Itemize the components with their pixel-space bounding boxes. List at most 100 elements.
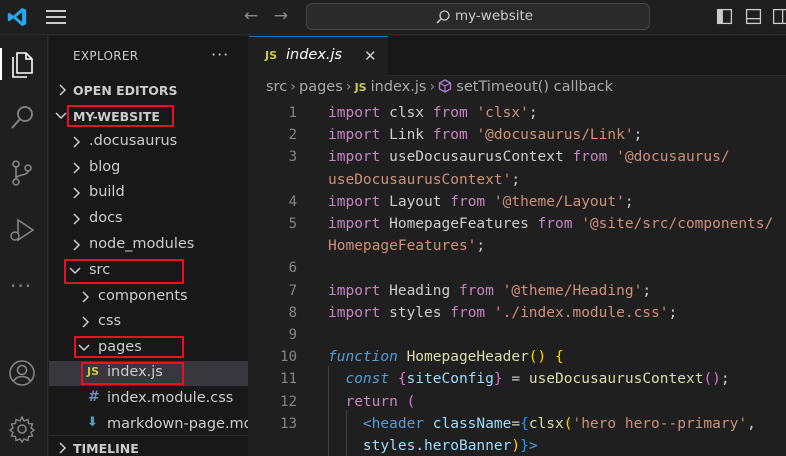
project-root-my-website[interactable]: MY-WEBSITE [49, 104, 248, 129]
code-token: useDocusaurusContext' [328, 171, 512, 188]
code-line: useDocusaurusContext'; [328, 172, 520, 188]
toggle-secondary-sidebar-icon[interactable] [772, 8, 786, 25]
code-line: <header className={clsx('hero hero--prim… [328, 416, 756, 432]
tree-item-label: css [98, 313, 122, 329]
tree-item-label: .docusaurus [89, 133, 178, 149]
settings-gear-icon[interactable] [6, 413, 38, 445]
code-token: clsx [380, 105, 433, 121]
line-number: 9 [288, 327, 297, 343]
line-number: 2 [288, 127, 297, 144]
tree-item-index-module-css[interactable]: # index.module.css [49, 387, 248, 412]
tree-item-build[interactable]: build [49, 181, 248, 206]
code-token: ( [406, 393, 416, 410]
code-token: <header [362, 415, 425, 432]
tree-item-docs[interactable]: docs [49, 207, 248, 232]
chevron-right-icon [59, 84, 67, 96]
account-icon[interactable] [6, 357, 38, 389]
search-icon[interactable] [6, 102, 38, 134]
explorer-more-icon[interactable]: ··· [211, 45, 229, 64]
code-token: from [458, 282, 494, 299]
timeline-label: TIMELINE [73, 441, 139, 456]
tree-item-components[interactable]: components [49, 285, 248, 310]
tree-item-label: pages [98, 339, 142, 355]
code-token: const [345, 371, 390, 388]
source-control-icon[interactable] [6, 157, 38, 189]
code-line: styles.heroBanner)}> [328, 438, 538, 454]
breadcrumb-file[interactable]: index.js [371, 79, 427, 95]
tree-item-label: build [89, 184, 125, 200]
code-token: import [328, 216, 381, 232]
code-token: = [511, 415, 521, 432]
breadcrumb-src[interactable]: src [266, 79, 287, 95]
code-token: className [432, 415, 512, 432]
breadcrumb-symbol[interactable]: setTimeout() callback [456, 79, 613, 95]
code-token: from [450, 193, 486, 210]
code-token: siteConfig [406, 371, 494, 388]
toggle-panel-icon[interactable] [745, 8, 762, 25]
chevron-down-icon [78, 344, 90, 352]
line-number: 5 [288, 216, 297, 232]
vscode-logo-icon[interactable] [6, 6, 28, 28]
code-token: , [747, 415, 756, 432]
toggle-primary-sidebar-icon[interactable] [716, 8, 733, 25]
code-editor[interactable]: 1 import clsx from 'clsx'; 2 import Link fr… [249, 102, 786, 456]
open-editors-section[interactable]: OPEN EDITORS [49, 78, 248, 103]
code-token: import [328, 282, 381, 299]
code-token: './index.module.css' [493, 304, 669, 321]
code-token: import [328, 127, 381, 144]
breadcrumb-pages[interactable]: pages [299, 79, 343, 95]
project-root-label: MY-WEBSITE [73, 109, 160, 124]
explorer-icon[interactable] [6, 48, 38, 80]
search-icon [436, 10, 450, 24]
tree-item-pages[interactable]: pages [49, 336, 248, 361]
code-token: () [528, 349, 547, 366]
command-center-search[interactable]: my-website [306, 3, 650, 30]
code-token: useDocusaurusContext [528, 371, 704, 388]
tree-item-src[interactable]: src [49, 259, 248, 284]
timeline-section[interactable]: TIMELINE [49, 435, 248, 456]
code-token: () [703, 371, 721, 388]
code-line: import Link from '@docusaurus/Link'; [328, 127, 642, 143]
tree-item-docusaurus[interactable]: .docusaurus [49, 130, 248, 155]
line-number: 3 [288, 149, 297, 166]
code-token: { [397, 371, 407, 388]
chevron-right-icon [73, 213, 81, 225]
code-token: 'hero hero--primary' [572, 415, 748, 432]
code-token: ; [633, 127, 643, 144]
tree-item-index-js[interactable]: JS index.js [49, 361, 248, 386]
tree-item-css[interactable]: css [49, 310, 248, 335]
chevron-down-icon [69, 267, 81, 275]
editor-tab-bar: JS index.js ✕ [249, 36, 786, 76]
chevron-right-icon [73, 136, 81, 148]
code-token: '@theme/Layout' [493, 193, 625, 210]
code-token: import [328, 105, 381, 121]
code-line: import Layout from '@theme/Layout'; [328, 194, 634, 210]
close-icon[interactable]: ✕ [364, 47, 377, 65]
code-token: from [572, 149, 608, 166]
code-token: return [345, 393, 398, 410]
tab-index-js[interactable]: JS index.js ✕ [249, 36, 388, 76]
tree-item-label: index.js [107, 364, 163, 380]
tree-item-label: components [98, 288, 188, 304]
code-line: const {siteConfig} = useDocusaurusContex… [328, 371, 729, 388]
tree-item-blog[interactable]: blog [49, 156, 248, 181]
more-icon[interactable]: ··· [10, 274, 32, 298]
chevron-right-icon [73, 239, 81, 251]
back-arrow-icon[interactable]: ← [241, 6, 261, 26]
code-token: . [415, 438, 425, 454]
code-token: clsx [528, 415, 564, 432]
function-symbol-icon [439, 79, 452, 93]
chevron-right-icon [59, 442, 67, 454]
code-line: import clsx from 'clsx'; [328, 105, 538, 121]
activity-bar: ··· [0, 36, 48, 456]
tree-item-node-modules[interactable]: node_modules [49, 233, 248, 258]
forward-arrow-icon[interactable]: → [271, 6, 291, 26]
code-token: import [328, 193, 381, 210]
menu-icon[interactable] [46, 10, 66, 24]
run-and-debug-icon[interactable] [6, 214, 38, 246]
line-number: 11 [280, 371, 297, 388]
